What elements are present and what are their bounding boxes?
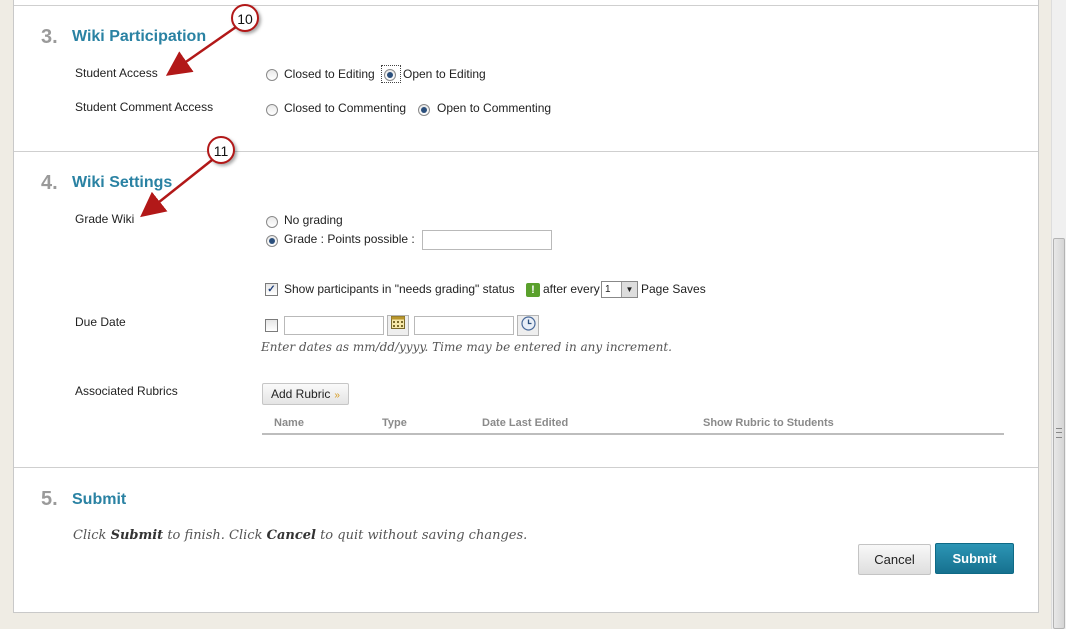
due-date-hint: Enter dates as mm/dd/yyyy. Time may be e… [261, 340, 672, 354]
callout-11: 11 [207, 136, 235, 164]
step-3-number: 3. [41, 26, 58, 48]
page-saves-label: Page Saves [641, 282, 706, 296]
after-every-label: after every [543, 282, 600, 296]
points-possible-label[interactable]: Grade : Points possible : [284, 232, 415, 246]
submit-title: Submit [72, 491, 127, 508]
no-grading-label[interactable]: No grading [284, 213, 343, 227]
open-to-commenting-label[interactable]: Open to Commenting [437, 101, 551, 115]
no-grading-radio[interactable] [266, 216, 278, 228]
add-rubric-button[interactable]: Add Rubric» [262, 383, 349, 405]
submit-text-cancel: Cancel [266, 528, 316, 543]
submit-text-mid: to finish. Click [163, 528, 267, 543]
submit-text-submit: Submit [110, 528, 164, 543]
cancel-button[interactable]: Cancel [858, 544, 931, 575]
section-4-divider [14, 467, 1038, 468]
rubric-table-rule [262, 433, 1004, 435]
step-5-number: 5. [41, 488, 58, 510]
rubric-col-type: Type [382, 417, 407, 429]
rubric-col-name: Name [274, 417, 304, 429]
rubric-col-show-to-students: Show Rubric to Students [703, 417, 834, 429]
submit-text-pre: Click [73, 528, 111, 543]
add-rubric-label: Add Rubric [271, 387, 331, 401]
chevron-down-icon: ▼ [621, 282, 637, 297]
calendar-icon[interactable] [387, 315, 409, 336]
points-possible-input[interactable] [422, 230, 552, 250]
needs-grading-label[interactable]: Show participants in "needs grading" sta… [284, 282, 515, 296]
step-4-number: 4. [41, 172, 58, 194]
double-chevron-down-icon: » [334, 390, 340, 401]
clock-icon[interactable] [517, 315, 539, 336]
student-access-label: Student Access [75, 66, 158, 80]
page-saves-count-select[interactable]: 1 ▼ [601, 281, 638, 298]
closed-to-commenting-label[interactable]: Closed to Commenting [284, 101, 406, 115]
page-saves-count-value: 1 [605, 284, 611, 295]
open-to-commenting-radio[interactable] [418, 104, 430, 116]
rubric-col-date-last-edited: Date Last Edited [482, 417, 569, 429]
submit-instructions: Click Submit to finish. Click Cancel to … [73, 528, 527, 543]
closed-to-editing-label[interactable]: Closed to Editing [284, 67, 375, 81]
open-to-editing-label[interactable]: Open to Editing [403, 67, 486, 81]
comment-access-label: Student Comment Access [75, 100, 214, 114]
scrollbar-grip-icon [1056, 428, 1062, 438]
submit-text-post: to quit without saving changes. [315, 528, 528, 543]
wiki-participation-title: Wiki Participation [72, 28, 207, 45]
grade-wiki-label: Grade Wiki [75, 212, 135, 226]
callout-10: 10 [231, 4, 259, 32]
top-divider [14, 5, 1038, 6]
form-card: 3. Wiki Participation Student Access Clo… [13, 0, 1039, 613]
submit-button[interactable]: Submit [935, 543, 1014, 574]
due-time-input[interactable] [414, 316, 514, 335]
closed-to-commenting-radio[interactable] [266, 104, 278, 116]
grade-points-radio[interactable] [266, 235, 278, 247]
associated-rubrics-label: Associated Rubrics [75, 384, 178, 398]
needs-grading-checkbox[interactable]: ✓ [265, 283, 278, 296]
due-date-checkbox[interactable] [265, 319, 278, 332]
closed-to-editing-radio[interactable] [266, 69, 278, 81]
due-date-label: Due Date [75, 315, 126, 329]
wiki-settings-title: Wiki Settings [72, 174, 173, 191]
needs-grading-flag-icon: ! [526, 283, 540, 297]
open-to-editing-radio[interactable] [384, 69, 396, 81]
section-3-divider [14, 151, 1038, 152]
due-date-input[interactable] [284, 316, 384, 335]
